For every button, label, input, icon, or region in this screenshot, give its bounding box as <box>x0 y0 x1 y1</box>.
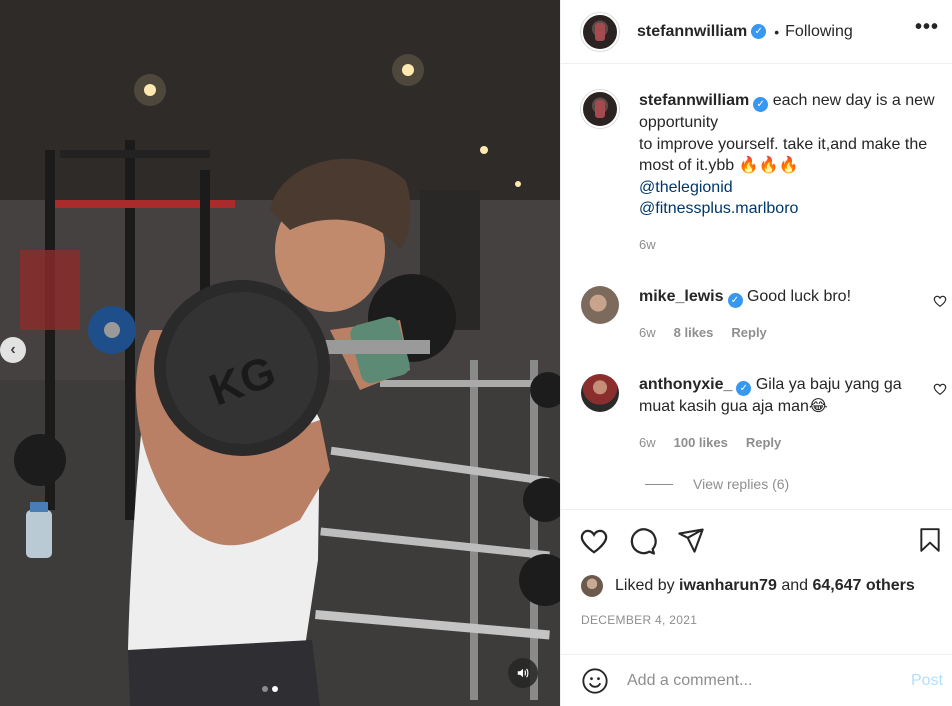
view-replies-button[interactable]: View replies (6) <box>645 476 789 492</box>
likes-prefix: Liked by <box>615 577 675 594</box>
username-link[interactable]: anthonyxie_ <box>639 376 732 393</box>
divider-line <box>645 483 673 485</box>
liker-username-link[interactable]: iwanharun79 <box>679 577 777 595</box>
previous-slide-button[interactable]: ‹ <box>0 337 26 363</box>
post-side-panel: stefannwilliam ✓ • Following ••• stefann… <box>560 0 952 706</box>
emoji-icon[interactable] <box>581 667 609 695</box>
sound-toggle-button[interactable] <box>508 658 538 688</box>
slide-dot-active <box>272 686 278 692</box>
speaker-icon <box>517 668 529 678</box>
bookmark-icon[interactable] <box>917 526 943 554</box>
more-options-icon[interactable]: ••• <box>915 16 939 39</box>
reply-button[interactable]: Reply <box>746 432 781 454</box>
comment-likes-link[interactable]: 100 likes <box>674 432 728 454</box>
slide-dot <box>262 686 268 692</box>
mention-link[interactable]: @thelegionid <box>639 177 945 199</box>
post-date[interactable]: DECEMBER 4, 2021 <box>581 613 697 627</box>
verified-badge-icon: ✓ <box>751 24 767 39</box>
comment-item: mike_lewis ✓ Good luck bro! 6w 8 likes Re… <box>581 286 951 344</box>
heart-icon[interactable] <box>579 526 609 556</box>
timestamp: 6w <box>639 434 656 450</box>
post-comment-button[interactable]: Post <box>911 672 943 690</box>
following-button[interactable]: Following <box>785 23 853 41</box>
avatar[interactable] <box>581 374 619 412</box>
reply-button[interactable]: Reply <box>731 322 766 344</box>
comment-body: mike_lewis ✓ Good luck bro! 6w 8 likes Re… <box>639 286 929 344</box>
comment-meta: 6w 8 likes Reply <box>639 322 929 344</box>
header-user: stefannwilliam ✓ • Following <box>637 23 853 41</box>
comment-icon[interactable] <box>627 526 657 556</box>
action-bar <box>561 509 952 569</box>
avatar[interactable] <box>581 12 619 51</box>
caption-text: stefannwilliam ✓ each new day is a new op… <box>639 90 945 255</box>
heart-icon[interactable] <box>933 294 947 308</box>
caption-line: stefannwilliam ✓ each new day is a new <box>639 92 935 113</box>
caption-text-line: to improve yourself. take it,and make th… <box>639 135 928 175</box>
comment-meta: 6w 100 likes Reply <box>639 432 929 454</box>
username-link[interactable]: mike_lewis <box>639 288 724 305</box>
username-link[interactable]: stefannwilliam <box>637 23 747 41</box>
avatar[interactable] <box>581 575 603 597</box>
slide-indicator <box>262 686 278 692</box>
separator-dot: • <box>774 23 780 40</box>
post-caption: stefannwilliam ✓ each new day is a new op… <box>581 90 951 255</box>
comment-item: anthonyxie_ ✓ Gila ya baju yang ga muat k… <box>581 374 951 453</box>
likes-summary: Liked by iwanharun79 and 64,647 others <box>581 575 915 597</box>
comment-input[interactable] <box>627 671 897 690</box>
heart-icon[interactable] <box>933 382 947 396</box>
comment-likes-link[interactable]: 8 likes <box>674 322 714 344</box>
verified-badge-icon: ✓ <box>727 293 743 309</box>
verified-badge-icon: ✓ <box>736 381 752 397</box>
add-comment-form: Post <box>561 654 952 706</box>
likes-and: and <box>781 577 809 594</box>
avatar[interactable] <box>581 286 619 324</box>
post-header: stefannwilliam ✓ • Following ••• <box>561 0 952 64</box>
timestamp: 6w <box>639 325 656 341</box>
chevron-left-icon: ‹ <box>10 341 16 358</box>
caption-meta: 6w <box>639 234 945 256</box>
mention-link[interactable]: @fitnessplus.marlboro <box>639 198 945 220</box>
verified-badge-icon: ✓ <box>753 97 769 113</box>
view-replies-label: View replies (6) <box>693 476 790 492</box>
timestamp: 6w <box>639 236 656 252</box>
gym-photo: KG <box>0 0 560 706</box>
post-media[interactable]: KG ‹ <box>0 0 560 706</box>
caption-text-line: each new day is a new <box>772 92 935 109</box>
comment-text: Good luck bro! <box>746 288 852 305</box>
avatar[interactable] <box>581 90 619 128</box>
paper-plane-icon[interactable] <box>677 526 705 554</box>
comments-section[interactable]: stefannwilliam ✓ each new day is a new op… <box>561 64 952 509</box>
username-link[interactable]: stefannwilliam <box>639 92 749 109</box>
caption-text-line: opportunity <box>639 114 719 132</box>
likes-count-link[interactable]: 64,647 others <box>812 577 914 595</box>
comment-body: anthonyxie_ ✓ Gila ya baju yang ga muat k… <box>639 374 929 453</box>
